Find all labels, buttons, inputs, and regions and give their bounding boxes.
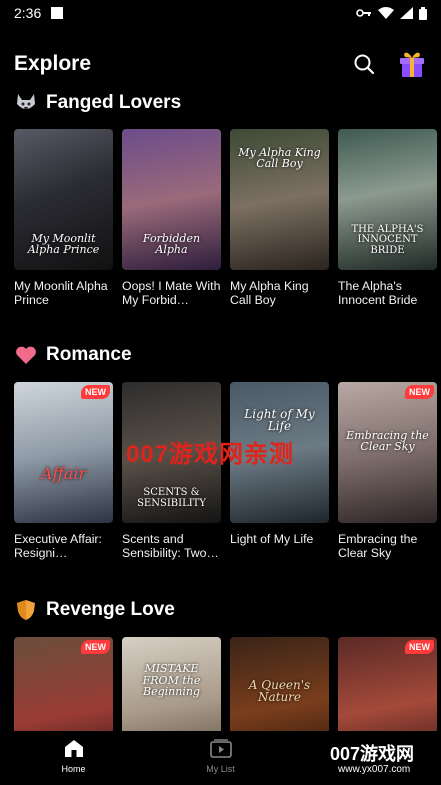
- book-title: Light of My Life: [230, 532, 314, 546]
- section-title: Revenge Love: [46, 599, 175, 620]
- cover-text: My Alpha King Call Boy: [238, 145, 321, 171]
- cover-text: Affair: [40, 464, 87, 484]
- new-badge: NEW: [405, 385, 434, 399]
- book-title: The Alpha's Innocent Bride: [338, 279, 418, 307]
- key-icon: [356, 9, 371, 17]
- cover-text: MISTAKE FROM the Beginning: [142, 662, 201, 699]
- play-list-icon: [209, 739, 232, 758]
- app-header: Explore: [0, 44, 441, 84]
- book-card[interactable]: Forbidden Alpha Oops! I Mate With My For…: [122, 129, 221, 307]
- section-title: Romance: [46, 344, 132, 365]
- book-title: My Moonlit Alpha Prince: [14, 279, 108, 307]
- cover-text: Light of My Life: [244, 406, 315, 434]
- new-badge: NEW: [405, 640, 434, 654]
- book-card[interactable]: Light of My Life Light of My Life: [230, 382, 329, 560]
- section-title: Fanged Lovers: [46, 92, 182, 113]
- nav-home[interactable]: Home: [0, 731, 147, 785]
- book-cover: THE ALPHA'S INNOCENT BRIDE: [338, 129, 437, 270]
- book-card[interactable]: THE ALPHA'S INNOCENT BRIDE The Alpha's I…: [338, 129, 437, 307]
- corner-watermark-url: www.yx007.com: [338, 764, 411, 775]
- book-card[interactable]: SCENTS & SENSIBILITY Scents and Sensibil…: [122, 382, 221, 560]
- book-card[interactable]: NEW Affair Executive Affair: Resigni…: [14, 382, 113, 560]
- cover-text: THE ALPHA'S INNOCENT BRIDE: [351, 223, 424, 256]
- status-time: 2:36: [14, 5, 42, 21]
- book-cover: NEW Embracing the Clear Sky: [338, 382, 437, 523]
- book-card[interactable]: NEW Embracing the Clear Sky Embracing th…: [338, 382, 437, 560]
- gift-button[interactable]: [397, 48, 427, 80]
- search-icon: [354, 54, 375, 75]
- home-icon: [64, 740, 83, 757]
- nav-label: My List: [206, 764, 235, 774]
- heart-icon: [14, 343, 38, 367]
- book-title: Oops! I Mate With My Forbid…: [122, 279, 221, 307]
- page-title: Explore: [14, 52, 92, 75]
- book-row-fanged-lovers: My Moonlit Alpha Prince My Moonlit Alpha…: [14, 129, 437, 307]
- cover-text: SCENTS & SENSIBILITY: [137, 487, 206, 509]
- book-title: Embracing the Clear Sky: [338, 532, 418, 560]
- cover-text: A Queen's Nature: [248, 677, 311, 705]
- nav-label: Home: [61, 764, 86, 774]
- section-revenge-love: Revenge Love: [0, 596, 441, 624]
- new-badge: NEW: [81, 640, 110, 654]
- notification-icon: [51, 7, 64, 19]
- status-bar: 2:36: [0, 0, 441, 26]
- book-cover: NEW Affair: [14, 382, 113, 523]
- battery-icon: [419, 6, 427, 20]
- corner-watermark: 007游戏网: [330, 744, 415, 764]
- section-fanged-lovers: Fanged Lovers: [0, 89, 441, 117]
- book-cover: Forbidden Alpha: [122, 129, 221, 270]
- book-card[interactable]: My Moonlit Alpha Prince My Moonlit Alpha…: [14, 129, 113, 307]
- shield-icon: [14, 598, 38, 622]
- section-romance: Romance: [0, 341, 441, 369]
- book-cover: My Moonlit Alpha Prince: [14, 129, 113, 270]
- book-title: Executive Affair: Resigni…: [14, 532, 102, 560]
- gift-icon: [400, 52, 424, 77]
- cover-text: Embracing the Clear Sky: [346, 428, 429, 454]
- wolf-icon: [14, 91, 38, 115]
- new-badge: NEW: [81, 385, 110, 399]
- book-card[interactable]: My Alpha King Call Boy My Alpha King Cal…: [230, 129, 329, 307]
- search-button[interactable]: [351, 51, 377, 77]
- cover-text: My Moonlit Alpha Prince: [27, 231, 100, 257]
- status-icons: [356, 6, 427, 20]
- book-title: My Alpha King Call Boy: [230, 279, 309, 307]
- watermark: 007游戏网亲测: [126, 441, 295, 468]
- wifi-icon: [378, 7, 394, 19]
- book-row-romance: NEW Affair Executive Affair: Resigni… SC…: [14, 382, 437, 560]
- book-cover: My Alpha King Call Boy: [230, 129, 329, 270]
- nav-my-list[interactable]: My List: [147, 731, 294, 785]
- signal-icon: [400, 7, 413, 19]
- cover-text: Forbidden Alpha: [142, 231, 201, 257]
- book-title: Scents and Sensibility: Two…: [122, 532, 219, 560]
